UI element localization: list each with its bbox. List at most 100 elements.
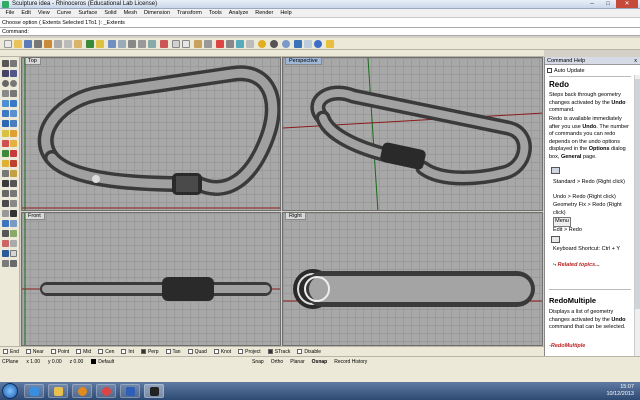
transform-icon[interactable] <box>2 250 9 257</box>
osnap-int[interactable]: Int <box>121 349 134 355</box>
fillet-icon[interactable] <box>2 210 9 217</box>
rotate-view-icon[interactable] <box>108 40 116 48</box>
render-icon[interactable] <box>282 40 290 48</box>
zoom-selected-icon[interactable] <box>148 40 156 48</box>
related-topics-link[interactable]: ⤷ Related topics... <box>553 262 633 270</box>
pane-osnap[interactable]: Osnap <box>312 359 328 365</box>
menu-edit[interactable]: Edit <box>18 10 34 16</box>
menu-analyze[interactable]: Analyze <box>225 10 252 16</box>
hatch-icon[interactable] <box>2 230 9 237</box>
related-topics-text[interactable]: Related topics... <box>558 262 600 268</box>
move-icon[interactable] <box>2 180 9 187</box>
distance-icon[interactable] <box>10 240 17 247</box>
zoom-window-icon[interactable] <box>128 40 136 48</box>
checkbox-icon[interactable] <box>140 349 146 354</box>
open-folder-icon[interactable] <box>14 40 22 48</box>
dimension-icon[interactable] <box>2 220 9 227</box>
sphere-icon[interactable] <box>270 40 278 48</box>
plugin-icon[interactable] <box>326 40 334 48</box>
circle-icon[interactable] <box>2 80 9 87</box>
solid-box-icon[interactable] <box>2 130 9 137</box>
viewport-perspective[interactable]: Perspective <box>282 57 543 211</box>
ellipse-icon[interactable] <box>2 100 9 107</box>
osnap-near[interactable]: Near <box>25 349 44 355</box>
cplane-icon[interactable] <box>10 250 17 257</box>
checkbox-icon[interactable] <box>213 349 219 354</box>
new-file-icon[interactable] <box>4 40 12 48</box>
osnap-point[interactable]: Point <box>50 349 69 355</box>
osnap-end[interactable]: End <box>3 349 19 355</box>
help-scrollbar[interactable] <box>634 75 640 382</box>
paste-icon[interactable] <box>74 40 82 48</box>
status-layer[interactable]: Default <box>91 359 122 365</box>
four-viewports-icon[interactable] <box>172 40 180 48</box>
zoom-extents-icon[interactable] <box>138 40 146 48</box>
offset-icon[interactable] <box>10 210 17 217</box>
extrude-surface-icon[interactable] <box>10 110 17 117</box>
menu-help[interactable]: Help <box>277 10 295 16</box>
freeform-icon[interactable] <box>10 100 17 107</box>
command-history[interactable]: Choose option ( Extents Selected 1To1 ):… <box>0 18 640 28</box>
undo-link[interactable]: Undo <box>611 317 625 323</box>
status-cplane[interactable]: CPlane <box>2 359 18 365</box>
ghosted-icon[interactable] <box>246 40 254 48</box>
text-icon[interactable] <box>10 220 17 227</box>
system-clock[interactable]: 15:07 10/12/2013 <box>606 384 634 398</box>
osnap-cen[interactable]: Cen <box>98 349 114 355</box>
menu-solid[interactable]: Solid <box>101 10 120 16</box>
lock-icon[interactable] <box>10 260 17 267</box>
close-button[interactable]: ✕ <box>616 0 638 8</box>
undo-view-icon[interactable] <box>160 40 168 48</box>
help-icon[interactable] <box>314 40 322 48</box>
checkbox-icon[interactable] <box>238 349 244 354</box>
mesh-icon[interactable] <box>2 150 9 157</box>
command-line[interactable]: Command: <box>0 28 640 36</box>
checkbox-icon[interactable] <box>547 68 552 73</box>
explode-icon[interactable] <box>2 170 9 177</box>
checkbox-icon[interactable] <box>50 349 56 354</box>
scale-icon[interactable] <box>10 190 17 197</box>
taskbar-word[interactable] <box>120 384 140 398</box>
curve-icon[interactable] <box>10 70 17 77</box>
trim-icon[interactable] <box>10 150 17 157</box>
pane-record-history[interactable]: Record History <box>334 359 367 365</box>
menu-file[interactable]: File <box>2 10 18 16</box>
auto-update-checkbox[interactable]: Auto Update <box>547 68 585 74</box>
checkbox-icon[interactable] <box>76 349 82 354</box>
mirror-icon[interactable] <box>2 200 9 207</box>
checkbox-icon[interactable] <box>98 349 104 354</box>
polyline-icon[interactable] <box>2 70 9 77</box>
viewport-right[interactable]: Right <box>282 212 543 346</box>
minimize-button[interactable]: – <box>584 0 600 8</box>
general-link[interactable]: General <box>561 154 581 160</box>
rendered-icon[interactable] <box>236 40 244 48</box>
checkbox-icon[interactable] <box>121 349 127 354</box>
hide-icon[interactable] <box>2 260 9 267</box>
loft-icon[interactable] <box>2 120 9 127</box>
taskbar-explorer[interactable] <box>48 384 68 398</box>
osnap-knot[interactable]: Knot <box>213 349 231 355</box>
join-icon[interactable] <box>10 160 17 167</box>
osnap-mid[interactable]: Mid <box>76 349 91 355</box>
menu-tools[interactable]: Tools <box>205 10 225 16</box>
pane-snap[interactable]: Snap <box>252 359 264 365</box>
menu-render[interactable]: Render <box>252 10 277 16</box>
undo-link[interactable]: Undo <box>611 100 625 106</box>
shaded-icon[interactable] <box>226 40 234 48</box>
menu-surface[interactable]: Surface <box>75 10 101 16</box>
solid-cylinder-icon[interactable] <box>10 130 17 137</box>
checkbox-icon[interactable] <box>25 349 31 354</box>
rectangle-icon[interactable] <box>2 90 9 97</box>
properties-icon[interactable] <box>204 40 212 48</box>
redomultiple-link[interactable]: -RedoMultiple <box>549 343 631 351</box>
save-icon[interactable] <box>24 40 32 48</box>
taskbar-rhino[interactable] <box>144 384 164 398</box>
import-icon[interactable] <box>44 40 52 48</box>
checkbox-icon[interactable] <box>3 349 8 354</box>
osnap-perp[interactable]: Perp <box>140 349 159 355</box>
maximize-button[interactable]: □ <box>600 0 616 8</box>
undo-link[interactable]: Undo <box>582 124 596 130</box>
curvature-icon[interactable] <box>2 240 9 247</box>
checkbox-icon[interactable] <box>165 349 171 354</box>
osnap-project[interactable]: Project <box>238 349 261 355</box>
